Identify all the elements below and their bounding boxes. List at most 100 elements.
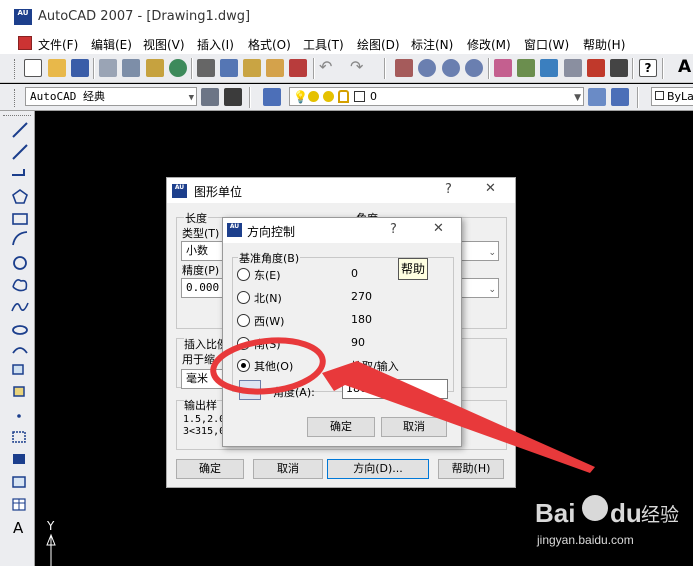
toolbar-grip[interactable] (14, 59, 17, 79)
angle-type-dropdown[interactable]: ⌄ (461, 241, 499, 261)
direction-cancel-button[interactable]: 取消 (381, 417, 447, 437)
color-control-dropdown[interactable]: ByLay (651, 87, 693, 106)
ucs-y-label: Y (47, 519, 55, 533)
menu-draw[interactable]: 绘图(D) (357, 36, 400, 53)
new-file-icon[interactable] (24, 59, 42, 77)
copy-icon[interactable] (220, 59, 238, 77)
toolbar-separator (662, 58, 664, 79)
menu-format[interactable]: 格式(O) (248, 36, 291, 53)
close-icon[interactable]: ✕ (433, 221, 444, 236)
sun-icon[interactable] (308, 91, 319, 102)
undo-icon[interactable]: ↶ (319, 59, 337, 77)
pan-icon[interactable] (395, 59, 413, 77)
window-title: AutoCAD 2007 - [Drawing1.dwg] (38, 9, 251, 24)
chevron-down-icon: ⌄ (488, 285, 496, 295)
units-help-button[interactable]: 帮助(H) (438, 459, 504, 479)
angle-input[interactable]: 180 (342, 379, 448, 399)
length-label: 长度 (184, 210, 208, 226)
zoom-previous-icon[interactable] (465, 59, 483, 77)
layer-color-swatch[interactable] (354, 91, 365, 102)
layer-dropdown[interactable]: 💡 0 ▼ (289, 87, 584, 106)
match-properties-icon[interactable] (266, 59, 284, 77)
radio-other[interactable] (237, 359, 250, 372)
watermark-product: 经验 (641, 504, 680, 526)
workspace-settings-icon[interactable] (201, 88, 219, 106)
design-center-icon[interactable] (517, 59, 535, 77)
draw-toolbar-icons: A (11, 122, 29, 537)
menu-edit[interactable]: 编辑(E) (91, 36, 132, 53)
layer-previous-icon[interactable] (611, 88, 629, 106)
zoom-window-icon[interactable] (442, 59, 460, 77)
radio-west[interactable] (237, 314, 250, 327)
angle-precision-dropdown[interactable]: ⌄ (461, 278, 499, 298)
tool-palettes-icon[interactable] (540, 59, 558, 77)
east-value: 0 (351, 267, 358, 280)
radio-west-label: 西(W) (254, 315, 285, 328)
save-icon[interactable] (71, 59, 89, 77)
arc-icon (12, 231, 28, 246)
workspace-dropdown[interactable]: AutoCAD 经典 ▼ (25, 87, 197, 106)
cut-icon[interactable] (197, 59, 215, 77)
toolbar-grip[interactable] (14, 89, 17, 107)
document-icon[interactable] (18, 36, 32, 50)
help-icon[interactable]: ? (639, 59, 657, 77)
autocad-app-icon[interactable]: AU (14, 9, 32, 25)
radio-north[interactable] (237, 291, 250, 304)
my-workspace-icon[interactable] (224, 88, 242, 106)
help-icon[interactable]: ? (445, 182, 452, 197)
menu-modify[interactable]: 修改(M) (467, 36, 511, 53)
toolbar-separator (249, 87, 251, 108)
print-icon[interactable] (99, 59, 117, 77)
direction-button[interactable]: 方向(D)... (327, 459, 429, 479)
radio-east-label: 东(E) (254, 269, 281, 282)
redo-icon[interactable]: ↷ (350, 59, 368, 77)
menu-window[interactable]: 窗口(W) (524, 36, 569, 53)
gradient-icon (13, 454, 25, 464)
markup-icon[interactable] (587, 59, 605, 77)
lock-icon[interactable] (338, 90, 349, 103)
workspace-value: AutoCAD 经典 (30, 90, 105, 103)
help-icon[interactable]: ? (390, 222, 397, 237)
sheet-set-icon[interactable] (564, 59, 582, 77)
units-ok-button[interactable]: 确定 (176, 459, 244, 479)
make-object-layer-current-icon[interactable] (588, 88, 606, 106)
close-icon[interactable]: ✕ (485, 181, 496, 196)
web-icon[interactable] (169, 59, 187, 77)
toolbar-separator (632, 58, 634, 79)
menu-view[interactable]: 视图(V) (143, 36, 185, 53)
radio-south[interactable] (237, 337, 250, 350)
hatch-icon (12, 431, 26, 443)
open-folder-icon[interactable] (48, 59, 66, 77)
units-cancel-button[interactable]: 取消 (253, 459, 323, 479)
paste-icon[interactable] (243, 59, 261, 77)
pick-angle-icon[interactable] (239, 380, 261, 400)
toolbar-separator (384, 58, 386, 79)
print-preview-icon[interactable] (122, 59, 140, 77)
menu-insert[interactable]: 插入(I) (197, 36, 234, 53)
menu-help[interactable]: 帮助(H) (583, 36, 625, 53)
lightbulb-icon[interactable]: 💡 (293, 89, 308, 106)
precision-label: 精度(P) (182, 264, 220, 277)
radio-other-label: 其他(O) (254, 360, 294, 373)
menu-tools[interactable]: 工具(T) (303, 36, 344, 53)
text-style-icon[interactable]: A (678, 59, 693, 77)
properties-icon[interactable] (494, 59, 512, 77)
block-editor-icon[interactable] (289, 59, 307, 77)
layer-properties-icon[interactable] (263, 88, 281, 106)
calculator-icon[interactable] (610, 59, 628, 77)
menu-file[interactable]: 文件(F) (38, 36, 78, 53)
sample-line-2: 3<315,0 (183, 426, 226, 437)
menu-dimension[interactable]: 标注(N) (411, 36, 453, 53)
multiline-text-icon: A (13, 519, 24, 537)
publish-icon[interactable] (146, 59, 164, 77)
base-angle-label: 基准角度(B) (238, 250, 301, 266)
zoom-realtime-icon[interactable] (418, 59, 436, 77)
radio-east[interactable] (237, 268, 250, 281)
units-dialog-titlebar: AU 图形单位 ? ✕ (167, 178, 515, 203)
toolbar-separator (191, 58, 193, 79)
polygon-icon (12, 189, 28, 204)
direction-ok-button[interactable]: 确定 (307, 417, 375, 437)
radio-south-label: 南(S) (254, 338, 281, 351)
viewport-sun-icon[interactable] (323, 91, 334, 102)
insert-scale-dropdown[interactable]: 毫米 (181, 369, 225, 389)
